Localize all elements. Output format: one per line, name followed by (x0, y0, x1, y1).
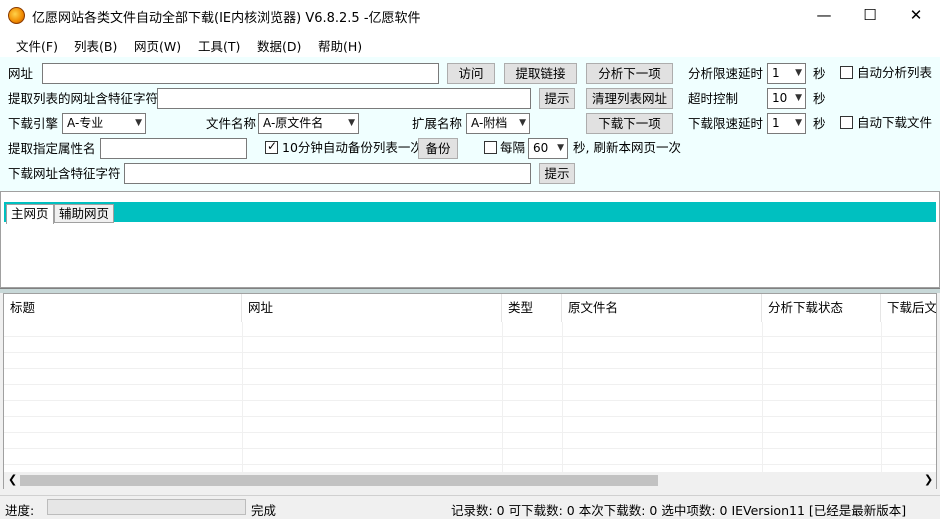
attr-label: 提取指定属性名 (8, 141, 96, 156)
column-divider (881, 322, 882, 472)
refresh-interval-select[interactable]: 60 ▼ (528, 138, 568, 159)
visit-button[interactable]: 访问 (447, 63, 495, 84)
filename-value: A-原文件名 (263, 116, 324, 130)
chevron-down-icon: ▼ (135, 118, 142, 128)
engine-label: 下载引擎 (8, 116, 59, 131)
column-header-status[interactable]: 分析下载状态 (762, 294, 881, 322)
refresh-label: 秒, 刷新本网页一次 (573, 140, 681, 155)
chevron-down-icon: ▼ (795, 68, 802, 78)
row-divider (4, 448, 936, 449)
row-divider (4, 368, 936, 369)
engine-value: A-专业 (67, 116, 104, 130)
column-divider (762, 322, 763, 472)
tab-aux-page[interactable]: 辅助网页 (54, 204, 115, 223)
maximize-button[interactable]: ☐ (847, 0, 893, 31)
chevron-down-icon: ▼ (557, 143, 564, 153)
ext-label: 扩展名称 (412, 116, 463, 131)
download-url-feature-label: 下载网址含特征字符 (8, 166, 121, 181)
scroll-left-icon[interactable]: ❮ (8, 473, 17, 486)
chevron-down-icon: ▼ (795, 93, 802, 103)
chevron-down-icon: ▼ (348, 118, 355, 128)
chevron-down-icon: ▼ (795, 118, 802, 128)
analyze-delay-unit: 秒 (813, 66, 826, 81)
chevron-down-icon: ▼ (519, 118, 526, 128)
timeout-value: 10 (772, 91, 788, 105)
app-logo-icon (8, 7, 25, 24)
every-label: 每隔 (500, 140, 526, 155)
hint-button-1[interactable]: 提示 (539, 88, 575, 109)
menu-webpage[interactable]: 网页(W) (134, 36, 181, 55)
timeout-label: 超时控制 (688, 91, 739, 106)
analyze-delay-label: 分析限速延时 (688, 66, 764, 81)
column-divider (562, 322, 563, 472)
menu-tools[interactable]: 工具(T) (198, 36, 240, 55)
auto-download-checkbox[interactable] (840, 116, 853, 129)
status-state: 完成 (251, 503, 277, 518)
every-checkbox[interactable] (484, 141, 497, 154)
row-divider (4, 400, 936, 401)
analyze-delay-value: 1 (772, 66, 780, 80)
scrollbar-thumb[interactable] (20, 475, 658, 486)
download-next-button[interactable]: 下载下一项 (586, 113, 673, 134)
tab-strip (4, 202, 936, 222)
progress-label: 进度: (5, 503, 35, 518)
column-header-title[interactable]: 标题 (4, 294, 242, 322)
column-divider (242, 322, 243, 472)
timeout-select[interactable]: 10 ▼ (767, 88, 806, 109)
auto-download-label: 自动下载文件 (857, 115, 933, 130)
tab-main-page[interactable]: 主网页 (6, 204, 54, 224)
menu-data[interactable]: 数据(D) (257, 36, 301, 55)
refresh-interval-value: 60 (533, 141, 549, 155)
menu-file[interactable]: 文件(F) (16, 36, 58, 55)
download-url-feature-input[interactable] (124, 163, 531, 184)
hint-button-2[interactable]: 提示 (539, 163, 575, 184)
minimize-button[interactable]: — (801, 0, 847, 31)
auto-analyze-label: 自动分析列表 (857, 65, 933, 80)
backup-button[interactable]: 备份 (418, 138, 458, 159)
row-divider (4, 416, 936, 417)
column-header-url[interactable]: 网址 (242, 294, 502, 322)
extract-links-button[interactable]: 提取链接 (504, 63, 577, 84)
progress-bar (47, 499, 246, 515)
auto-analyze-checkbox[interactable] (840, 66, 853, 79)
filename-label: 文件名称 (206, 116, 257, 131)
status-summary: 记录数: 0 可下载数: 0 本次下载数: 0 选中项数: 0 IEVersio… (451, 503, 907, 518)
row-divider (4, 464, 936, 465)
attr-input[interactable] (100, 138, 247, 159)
menu-help[interactable]: 帮助(H) (318, 36, 362, 55)
results-list[interactable]: 标题 网址 类型 原文件名 分析下载状态 下载后文 (3, 293, 937, 489)
ext-value: A-附档 (471, 116, 508, 130)
filename-select[interactable]: A-原文件名 ▼ (258, 113, 359, 134)
clear-list-button[interactable]: 清理列表网址 (586, 88, 673, 109)
download-delay-unit: 秒 (813, 116, 826, 131)
engine-select[interactable]: A-专业 ▼ (62, 113, 146, 134)
backup-checkbox[interactable] (265, 139, 278, 154)
row-divider (4, 336, 936, 337)
column-divider (502, 322, 503, 472)
column-header-after-download[interactable]: 下载后文 (881, 294, 936, 322)
column-header-type[interactable]: 类型 (502, 294, 562, 322)
window-title: 亿愿网站各类文件自动全部下载(IE内核浏览器) V6.8.2.5 -亿愿软件 (32, 11, 421, 26)
download-delay-label: 下载限速延时 (688, 116, 764, 131)
list-url-feature-input[interactable] (157, 88, 531, 109)
scroll-right-icon[interactable]: ❯ (924, 473, 933, 486)
download-delay-value: 1 (772, 116, 780, 130)
timeout-unit: 秒 (813, 91, 826, 106)
row-divider (4, 432, 936, 433)
download-delay-select[interactable]: 1 ▼ (767, 113, 806, 134)
menu-list[interactable]: 列表(B) (74, 36, 117, 55)
column-header-original-filename[interactable]: 原文件名 (562, 294, 762, 322)
url-label: 网址 (8, 66, 34, 81)
analyze-delay-select[interactable]: 1 ▼ (767, 63, 806, 84)
analyze-next-button[interactable]: 分析下一项 (586, 63, 673, 84)
close-button[interactable]: ✕ (893, 0, 939, 31)
url-input[interactable] (42, 63, 439, 84)
list-url-feature-label: 提取列表的网址含特征字符 (8, 91, 159, 106)
row-divider (4, 384, 936, 385)
row-divider (4, 352, 936, 353)
ext-select[interactable]: A-附档 ▼ (466, 113, 530, 134)
backup-label: 10分钟自动备份列表一次 (282, 140, 423, 155)
